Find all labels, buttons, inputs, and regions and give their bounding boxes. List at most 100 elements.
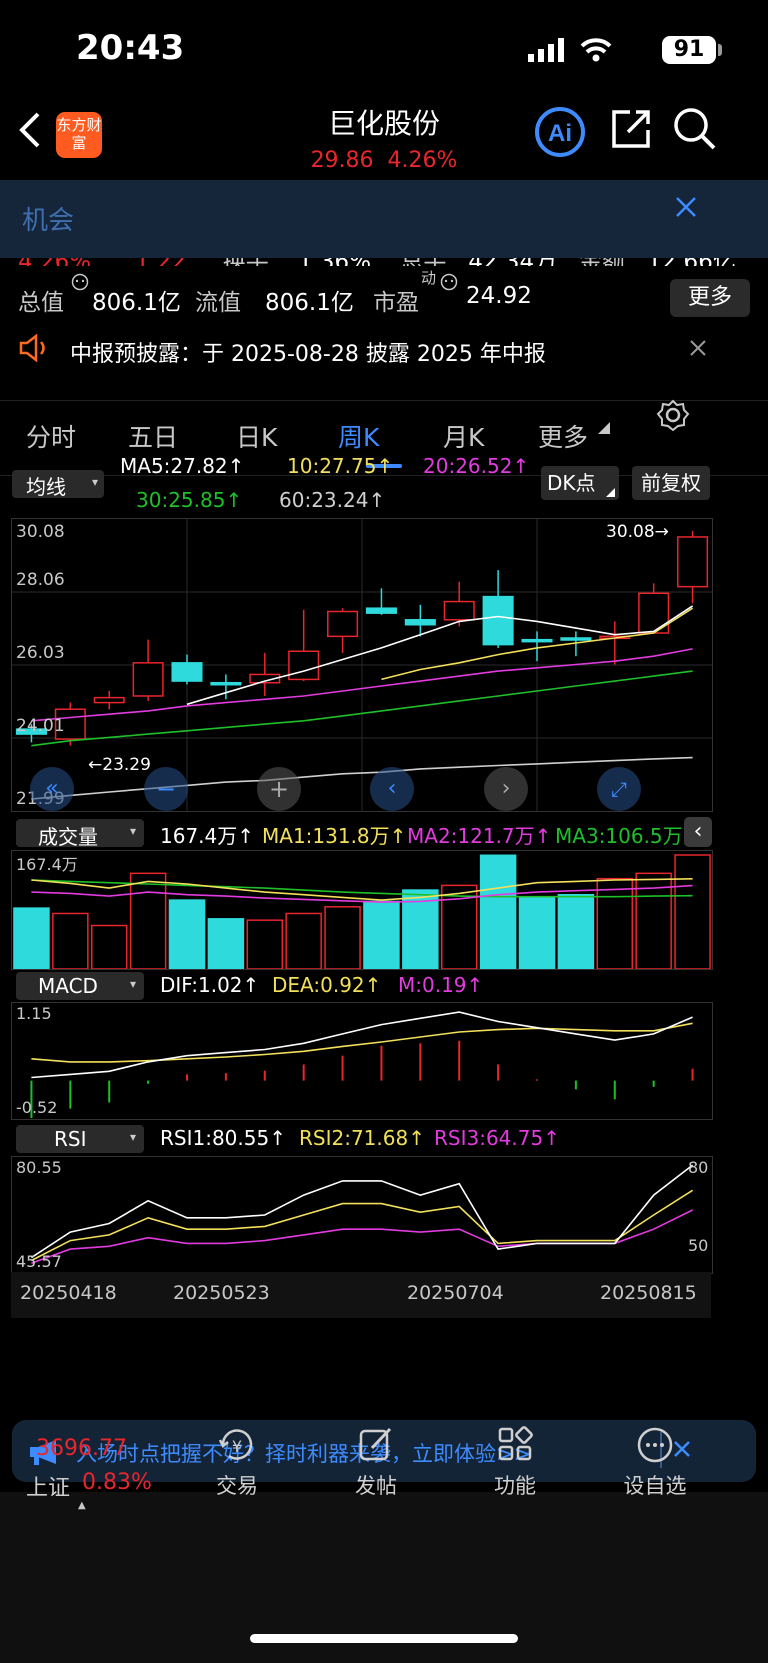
wifi-icon	[580, 38, 612, 62]
banner-close-icon[interactable]	[675, 196, 697, 218]
volume-bar	[52, 912, 89, 969]
volume-bar	[129, 872, 167, 969]
rsi1-label: RSI1:80.55↑	[160, 1126, 286, 1150]
battery-indicator: 91	[662, 36, 716, 64]
collapse-panel-button[interactable]: ‹	[684, 817, 712, 847]
candle-body	[560, 637, 592, 641]
more-stats-button[interactable]: 更多	[670, 279, 750, 317]
candle-body	[327, 610, 359, 638]
scroll-right-button[interactable]: ›	[484, 767, 528, 811]
volume-bar	[324, 906, 361, 969]
ma5-label: MA5:27.82↑	[120, 454, 245, 478]
volume-bar	[557, 893, 595, 969]
tab-trade[interactable]: 交易	[205, 1470, 269, 1500]
svg-text:Ai: Ai	[548, 120, 572, 147]
float-value-label: 流值	[195, 290, 241, 316]
tab-five-day[interactable]: 五日	[128, 418, 178, 454]
ma10-label: 10:27.75↑	[287, 454, 394, 478]
date-label-3: 20250704	[407, 1282, 504, 1304]
low-price-value: 23.29	[102, 755, 151, 775]
index-up-caret-icon: ▲	[78, 1500, 86, 1511]
price-axis-top: 30.08	[16, 522, 65, 542]
index-value[interactable]: 3696.77	[36, 1436, 127, 1461]
date-label-1: 20250418	[20, 1282, 117, 1304]
rsi-selector[interactable]: RSI ▾	[16, 1125, 144, 1153]
volume-selector-label: 成交量	[38, 825, 98, 849]
volume-bar	[596, 877, 634, 969]
settings-gear-icon[interactable]	[656, 398, 690, 432]
tab-intraday[interactable]: 分时	[26, 418, 76, 454]
stats-row-partial: 4.26% 1.22 换手 1.36% 总手 42.34万 金额 12.66亿	[0, 258, 768, 266]
share-icon[interactable]	[610, 108, 652, 150]
stock-change: 4.26%	[387, 148, 458, 173]
candle-body	[210, 681, 242, 686]
macd-chart[interactable]	[11, 1002, 713, 1120]
rsi-axis-top: 80.55	[16, 1158, 62, 1177]
scroll-left-button[interactable]: ‹	[370, 767, 414, 811]
total-value: 806.1亿	[92, 290, 181, 316]
svg-text:¥: ¥	[232, 1437, 242, 1456]
volume-chart[interactable]	[11, 850, 713, 970]
ma-selector[interactable]: 均线 ▾	[12, 470, 104, 499]
volume-axis-top: 167.4万	[16, 855, 78, 874]
ma20-label: 20:26.52↑	[423, 454, 530, 478]
dk-caret-icon	[606, 488, 615, 497]
candle-body	[677, 536, 709, 588]
pe-superscript: 动	[421, 269, 437, 287]
date-label-2: 20250523	[173, 1282, 270, 1304]
rsi-selector-label: RSI	[54, 1127, 87, 1151]
rsi1-line	[30, 1164, 694, 1259]
index-change: 0.83%	[82, 1470, 152, 1495]
volume-bar	[13, 907, 50, 969]
candle-body	[521, 638, 553, 643]
ma5-line	[186, 605, 694, 706]
tab-functions[interactable]: 功能	[483, 1470, 547, 1500]
tab-more-caret-icon	[598, 422, 610, 434]
post-icon[interactable]	[358, 1426, 394, 1462]
volume-bar	[479, 854, 517, 969]
watchlist-icon[interactable]	[636, 1426, 674, 1464]
stock-quote: 29.86 4.26%	[0, 148, 768, 173]
speaker-icon	[19, 334, 45, 362]
fullscreen-button[interactable]: ⤢	[597, 767, 641, 811]
zoom-out-button[interactable]: −	[144, 767, 188, 811]
candle-body	[482, 595, 514, 646]
candle-body	[132, 662, 164, 697]
opportunity-banner[interactable]	[0, 180, 768, 258]
ad-text[interactable]: 入场时点把握不好？择时利器来袭，立即体验>>	[76, 1438, 531, 1468]
search-icon[interactable]	[672, 106, 716, 152]
notice-text[interactable]: 中报预披露：于 2025-08-28 披露 2025 年中报	[70, 336, 546, 368]
rsi-axis-right-top: 80	[688, 1158, 709, 1177]
stock-price: 29.86	[310, 148, 374, 173]
tab-monthly-k[interactable]: 月K	[443, 418, 484, 454]
rsi2-label: RSI2:71.68↑	[299, 1126, 425, 1150]
notice-close-icon[interactable]	[690, 340, 706, 356]
status-bar: 20:43 91	[0, 0, 768, 100]
stock-name: 巨化股份	[327, 107, 440, 140]
functions-icon[interactable]	[497, 1426, 533, 1462]
dk-point-button[interactable]: DK点	[541, 466, 619, 500]
zoom-in-button[interactable]: +	[257, 767, 301, 811]
home-indicator	[250, 1634, 518, 1643]
rsi-caret-icon: ▾	[129, 1130, 136, 1144]
ad-close-icon[interactable]	[673, 1440, 691, 1458]
ma60-label: 60:23.24↑	[279, 488, 386, 512]
rsi-chart[interactable]	[11, 1156, 713, 1274]
macd-m: M:0.19↑	[398, 973, 484, 997]
scroll-left-fast-button[interactable]: «	[30, 767, 74, 811]
volume-selector[interactable]: 成交量 ▾	[16, 819, 144, 849]
volume-bar	[90, 924, 128, 969]
macd-selector[interactable]: MACD ▾	[16, 972, 144, 1000]
candle-body	[365, 607, 397, 614]
tab-daily-k[interactable]: 日K	[236, 418, 277, 454]
ai-icon[interactable]: Ai	[532, 106, 588, 158]
tab-more[interactable]: 更多	[538, 418, 588, 454]
tab-watchlist[interactable]: 设自选	[614, 1470, 696, 1500]
ma30-label: 30:25.85↑	[136, 488, 243, 512]
price-axis-2: 28.06	[16, 570, 65, 590]
tab-post[interactable]: 发帖	[344, 1470, 408, 1500]
adjust-mode-button[interactable]: 前复权	[632, 466, 710, 500]
tab-weekly-k[interactable]: 周K	[338, 418, 379, 454]
macd-axis-bottom: -0.52	[16, 1098, 58, 1117]
trade-icon[interactable]: ¥	[217, 1426, 257, 1464]
